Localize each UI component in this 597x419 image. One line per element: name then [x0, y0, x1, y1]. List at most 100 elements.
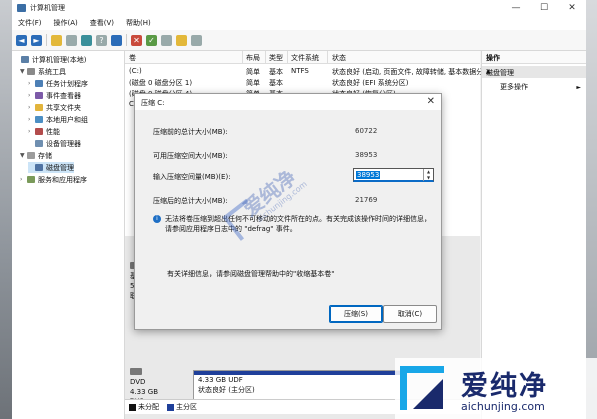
shrink-amount-value: 38953	[356, 171, 381, 179]
column-divider	[242, 51, 243, 63]
tree-item-label: 存储	[38, 151, 52, 160]
cell-volume: (C:)	[129, 67, 142, 75]
help-text: 有关详细信息，请参阅磁盘管理帮助中的"收缩基本卷"	[167, 270, 335, 278]
tree-item-shared-folders[interactable]: › 共享文件夹	[28, 102, 81, 113]
tree-item-disk-management[interactable]: 磁盘管理	[28, 162, 74, 173]
close-button[interactable]: ✕	[558, 0, 586, 16]
available-shrink-label: 可用压缩空间大小(MB):	[153, 152, 228, 160]
users-icon	[35, 116, 43, 123]
tree-arrow[interactable]: ▼	[20, 152, 27, 159]
clock-icon	[35, 80, 43, 87]
tree-item-storage[interactable]: ▼ 存储	[20, 150, 52, 161]
actions-title: 操作	[486, 54, 500, 62]
tree-item-device-manager[interactable]: 设备管理器	[28, 138, 81, 149]
more-actions-link[interactable]: 更多操作	[500, 82, 528, 92]
column-header-type[interactable]: 类型	[269, 53, 283, 63]
cancel-button[interactable]: 取消(C)	[383, 305, 437, 323]
tree-arrow[interactable]: ›	[28, 128, 35, 135]
column-divider	[287, 51, 288, 63]
tree-item-computer-management[interactable]: 计算机管理(本地)	[14, 54, 86, 65]
shrink-amount-input[interactable]: 38953 ▲ ▼	[353, 168, 434, 182]
total-size-before-label: 压缩前的总计大小(MB):	[153, 128, 228, 136]
menu-view[interactable]: 查看(V)	[84, 16, 120, 30]
tree-arrow[interactable]: ›	[28, 92, 35, 99]
disk-icon	[35, 164, 43, 171]
up-folder-icon[interactable]	[51, 34, 62, 46]
tree-item-system-tools[interactable]: ▼ 系统工具	[20, 66, 66, 77]
tree-arrow[interactable]: ▼	[20, 68, 27, 75]
desktop-background-left	[0, 0, 12, 419]
tools-icon	[27, 68, 35, 75]
tree-item-label: 磁盘管理	[46, 163, 74, 172]
tree-arrow[interactable]: ›	[20, 176, 27, 183]
tree-item-label: 本地用户和组	[46, 115, 88, 124]
toolbar-divider	[46, 34, 47, 46]
available-shrink-value: 38953	[355, 151, 378, 159]
search-icon[interactable]	[176, 34, 187, 46]
tree-item-label: 共享文件夹	[46, 103, 81, 112]
tree-item-label: 服务和应用程序	[38, 175, 87, 184]
back-icon[interactable]: ◄	[16, 34, 27, 46]
check-icon[interactable]: ✓	[146, 34, 157, 46]
column-header-status[interactable]: 状态	[332, 53, 346, 63]
legend-item: 未分配	[129, 402, 159, 412]
legend-label: 主分区	[176, 403, 197, 411]
menu-file[interactable]: 文件(F)	[12, 16, 48, 30]
settings-icon[interactable]	[191, 34, 202, 46]
dialog-close-button[interactable]: ✕	[427, 96, 435, 107]
brand-name: 爱纯净	[461, 371, 548, 402]
properties-icon[interactable]	[81, 34, 92, 46]
menu-help[interactable]: 帮助(H)	[120, 16, 157, 30]
tree-item-services-apps[interactable]: › 服务和应用程序	[20, 174, 87, 185]
brand-url: aichunjing.com	[461, 400, 545, 413]
dialog-title: 压缩 C:	[141, 99, 165, 107]
more-actions-arrow-icon: ►	[576, 84, 581, 91]
minimize-button[interactable]: —	[502, 0, 530, 16]
shared-folder-icon	[35, 104, 43, 111]
brand-badge: 爱纯净 aichunjing.com	[395, 358, 597, 419]
tree-item-event-viewer[interactable]: › 事件查看器	[28, 90, 81, 101]
tree-item-task-scheduler[interactable]: › 任务计划程序	[28, 78, 88, 89]
collapse-arrow-icon: ▲	[486, 68, 491, 75]
spin-down-icon[interactable]: ▼	[424, 175, 433, 181]
desktop-background-right	[586, 0, 597, 419]
forward-icon[interactable]: ►	[31, 34, 42, 46]
dvd-drive-icon	[130, 368, 142, 375]
view-icon[interactable]	[111, 34, 122, 46]
shrink-amount-spinner[interactable]: ▲ ▼	[423, 169, 433, 181]
actions-section-disk-management[interactable]: 磁盘管理 ▲	[482, 66, 586, 78]
legend-swatch-unallocated	[129, 403, 136, 411]
column-header-volume[interactable]: 卷	[129, 53, 136, 63]
tree-item-performance[interactable]: › 性能	[28, 126, 60, 137]
title-bar: 计算机管理 — ☐ ✕	[12, 0, 586, 17]
volume-table-header: 卷 布局 类型 文件系统 状态	[125, 51, 480, 64]
tree-item-label: 性能	[46, 127, 60, 136]
column-header-layout[interactable]: 布局	[246, 53, 260, 63]
help-icon[interactable]: ?	[96, 34, 107, 46]
show-hide-tree-icon[interactable]	[66, 34, 77, 46]
column-divider	[327, 51, 328, 63]
partition-size: 4.33 GB UDF	[198, 376, 243, 384]
tree-item-label: 任务计划程序	[46, 79, 88, 88]
tree-item-local-users[interactable]: › 本地用户和组	[28, 114, 88, 125]
table-row[interactable]: (磁盘 0 磁盘分区 1) 简单 基本 状态良好 (EFI 系统分区)	[125, 76, 480, 87]
dvd-size: 4.33 GB	[130, 388, 159, 396]
legend-swatch-primary	[167, 403, 174, 411]
tree-arrow[interactable]: ›	[28, 104, 35, 111]
delete-icon[interactable]: ✕	[131, 34, 142, 46]
storage-icon	[27, 152, 35, 159]
menu-action[interactable]: 操作(A)	[48, 16, 84, 30]
info-icon: i	[153, 215, 161, 223]
event-viewer-icon	[35, 92, 43, 99]
tree-arrow[interactable]: ›	[28, 80, 35, 87]
column-divider	[265, 51, 266, 63]
column-header-filesystem[interactable]: 文件系统	[291, 53, 319, 63]
open-icon[interactable]	[161, 34, 172, 46]
cell-filesystem: NTFS	[291, 67, 309, 75]
tree-item-label: 系统工具	[38, 67, 66, 76]
tree-arrow[interactable]: ›	[28, 116, 35, 123]
table-row[interactable]: (C:) 简单 基本 NTFS 状态良好 (启动, 页面文件, 故障转储, 基本…	[125, 65, 493, 76]
total-size-before-value: 60722	[355, 127, 378, 135]
shrink-button[interactable]: 压缩(S)	[329, 305, 383, 323]
maximize-button[interactable]: ☐	[530, 0, 558, 16]
